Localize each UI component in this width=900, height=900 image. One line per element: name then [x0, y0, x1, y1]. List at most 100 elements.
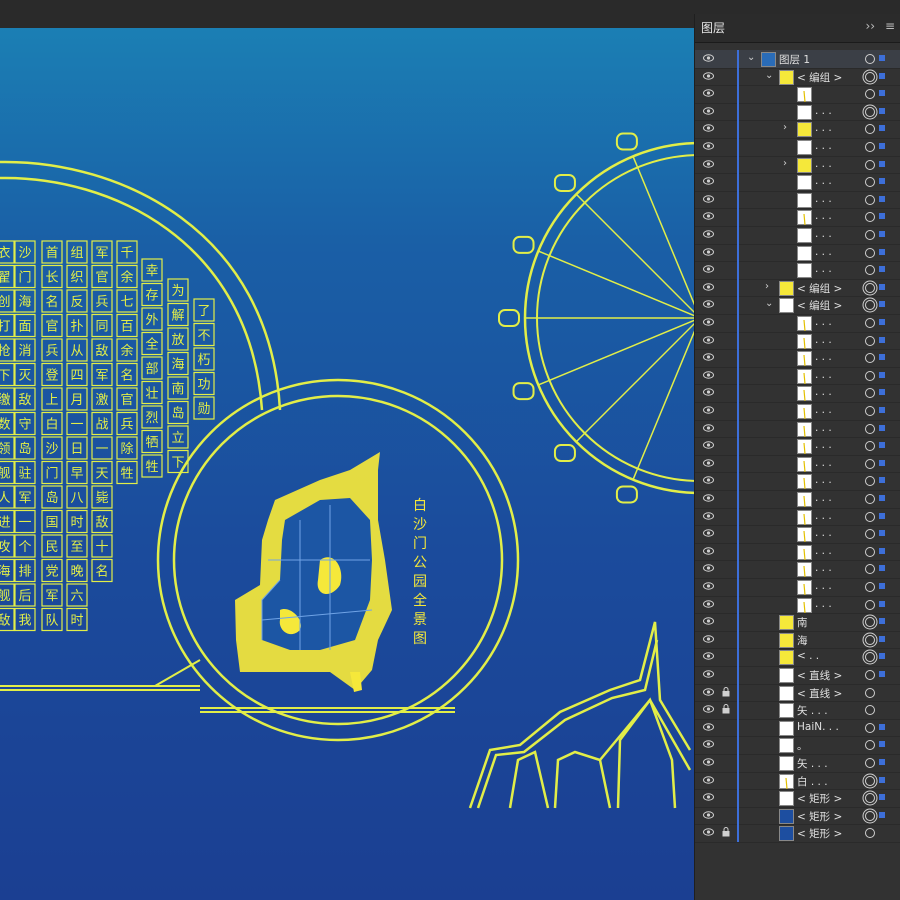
- visibility-eye-icon[interactable]: [703, 494, 714, 502]
- target-circle-icon[interactable]: [865, 423, 875, 434]
- target-circle-icon[interactable]: [865, 705, 875, 716]
- layer-row[interactable]: . . .: [695, 102, 900, 122]
- layer-label[interactable]: . . .: [815, 404, 832, 416]
- visibility-eye-icon[interactable]: [703, 828, 714, 837]
- selection-square-icon[interactable]: [879, 160, 885, 167]
- selection-square-icon[interactable]: [879, 248, 885, 255]
- layer-row[interactable]: ⌄ 图层 1: [695, 50, 900, 69]
- layer-label[interactable]: < 矩形 >: [797, 826, 842, 841]
- layer-row[interactable]: < 矩形 >: [695, 824, 900, 843]
- layer-row[interactable]: . . .: [695, 525, 900, 544]
- visibility-eye-icon[interactable]: [703, 423, 714, 432]
- selection-square-icon[interactable]: [879, 231, 885, 237]
- selection-square-icon[interactable]: [879, 811, 885, 818]
- visibility-eye-icon[interactable]: [703, 195, 714, 203]
- layer-row[interactable]: . . .: [695, 384, 900, 403]
- layer-row[interactable]: . . .: [695, 349, 900, 368]
- layer-row[interactable]: < 直线 >: [695, 683, 900, 703]
- layer-row[interactable]: 矢 . . .: [695, 701, 900, 720]
- selection-square-icon[interactable]: [879, 319, 885, 325]
- target-circle-icon[interactable]: [865, 599, 875, 610]
- layer-row[interactable]: › < 编组 >: [695, 278, 900, 298]
- layer-row[interactable]: 南: [695, 613, 900, 632]
- visibility-eye-icon[interactable]: [703, 406, 714, 414]
- target-circle-icon[interactable]: [865, 212, 875, 223]
- selection-square-icon[interactable]: [879, 72, 885, 79]
- visibility-eye-icon[interactable]: [703, 564, 714, 573]
- layer-label[interactable]: < 编组 >: [797, 70, 842, 85]
- visibility-eye-icon[interactable]: [703, 441, 714, 449]
- selection-square-icon[interactable]: [879, 600, 885, 607]
- visibility-eye-icon[interactable]: [703, 318, 714, 326]
- target-circle-icon[interactable]: [865, 89, 875, 100]
- layer-label[interactable]: . . .: [815, 580, 832, 592]
- selection-square-icon[interactable]: [879, 495, 885, 501]
- chevron-down-icon[interactable]: ⌄: [747, 52, 755, 63]
- layer-label[interactable]: 海: [797, 633, 808, 648]
- selection-square-icon[interactable]: [879, 424, 885, 431]
- visibility-eye-icon[interactable]: [703, 652, 714, 661]
- target-circle-icon[interactable]: [865, 159, 875, 170]
- visibility-eye-icon[interactable]: [703, 71, 714, 80]
- layer-label[interactable]: . . .: [815, 386, 832, 398]
- visibility-eye-icon[interactable]: [703, 459, 714, 467]
- visibility-eye-icon[interactable]: [703, 54, 714, 62]
- target-circle-icon[interactable]: [865, 71, 875, 82]
- chevron-right-icon[interactable]: ›: [783, 158, 787, 169]
- selection-square-icon[interactable]: [879, 55, 885, 61]
- layer-row[interactable]: < 矩形 >: [695, 789, 900, 808]
- layer-row[interactable]: . . .: [695, 366, 900, 386]
- target-circle-icon[interactable]: [865, 247, 875, 258]
- selection-square-icon[interactable]: [879, 794, 885, 801]
- layer-label[interactable]: . . .: [815, 263, 832, 275]
- layer-label[interactable]: 南: [797, 615, 808, 630]
- layer-label[interactable]: . . .: [815, 422, 832, 434]
- selection-square-icon[interactable]: [879, 442, 885, 449]
- selection-square-icon[interactable]: [879, 635, 885, 642]
- target-circle-icon[interactable]: [865, 142, 875, 152]
- target-circle-icon[interactable]: [865, 230, 875, 240]
- layer-label[interactable]: 矢 . . .: [797, 756, 828, 771]
- target-circle-icon[interactable]: [865, 687, 875, 698]
- target-circle-icon[interactable]: [865, 124, 875, 135]
- target-circle-icon[interactable]: [865, 282, 875, 293]
- selection-square-icon[interactable]: [879, 459, 885, 466]
- layer-row[interactable]: ⌄ < 编组 >: [695, 67, 900, 87]
- target-circle-icon[interactable]: [865, 388, 875, 399]
- layer-row[interactable]: . . .: [695, 578, 900, 597]
- target-circle-icon[interactable]: [865, 106, 875, 117]
- layer-label[interactable]: < 编组 >: [797, 298, 842, 313]
- double-chevron-right-icon[interactable]: ››: [866, 19, 876, 33]
- visibility-eye-icon[interactable]: [703, 687, 714, 696]
- visibility-eye-icon[interactable]: [703, 635, 714, 643]
- layer-row[interactable]: . . .: [695, 490, 900, 509]
- layer-label[interactable]: . . .: [815, 369, 832, 381]
- visibility-eye-icon[interactable]: [703, 177, 714, 185]
- target-circle-icon[interactable]: [865, 353, 875, 364]
- chevron-right-icon[interactable]: ›: [783, 122, 787, 133]
- layer-label[interactable]: < 直线 >: [797, 686, 842, 701]
- layers-tab[interactable]: 图层: [701, 19, 725, 36]
- layer-row[interactable]: [695, 85, 900, 104]
- layer-row[interactable]: . . .: [695, 454, 900, 474]
- target-circle-icon[interactable]: [865, 775, 875, 786]
- layer-label[interactable]: 。: [797, 738, 808, 753]
- selection-square-icon[interactable]: [879, 477, 885, 484]
- selection-square-icon[interactable]: [879, 143, 885, 149]
- visibility-eye-icon[interactable]: [703, 107, 714, 115]
- visibility-eye-icon[interactable]: [703, 529, 714, 537]
- target-circle-icon[interactable]: [865, 335, 875, 346]
- selection-square-icon[interactable]: [879, 653, 885, 660]
- target-circle-icon[interactable]: [865, 758, 875, 768]
- target-circle-icon[interactable]: [865, 564, 875, 575]
- layer-label[interactable]: . . .: [815, 140, 832, 152]
- selection-square-icon[interactable]: [879, 90, 885, 97]
- layer-label[interactable]: . . .: [815, 351, 832, 363]
- visibility-eye-icon[interactable]: [703, 758, 714, 766]
- visibility-eye-icon[interactable]: [703, 582, 714, 590]
- visibility-eye-icon[interactable]: [703, 547, 714, 555]
- hamburger-menu-icon[interactable]: ≡: [885, 19, 895, 33]
- layer-label[interactable]: < . .: [797, 650, 819, 662]
- layer-label[interactable]: < 矩形 >: [797, 791, 842, 806]
- selection-square-icon[interactable]: [879, 723, 885, 730]
